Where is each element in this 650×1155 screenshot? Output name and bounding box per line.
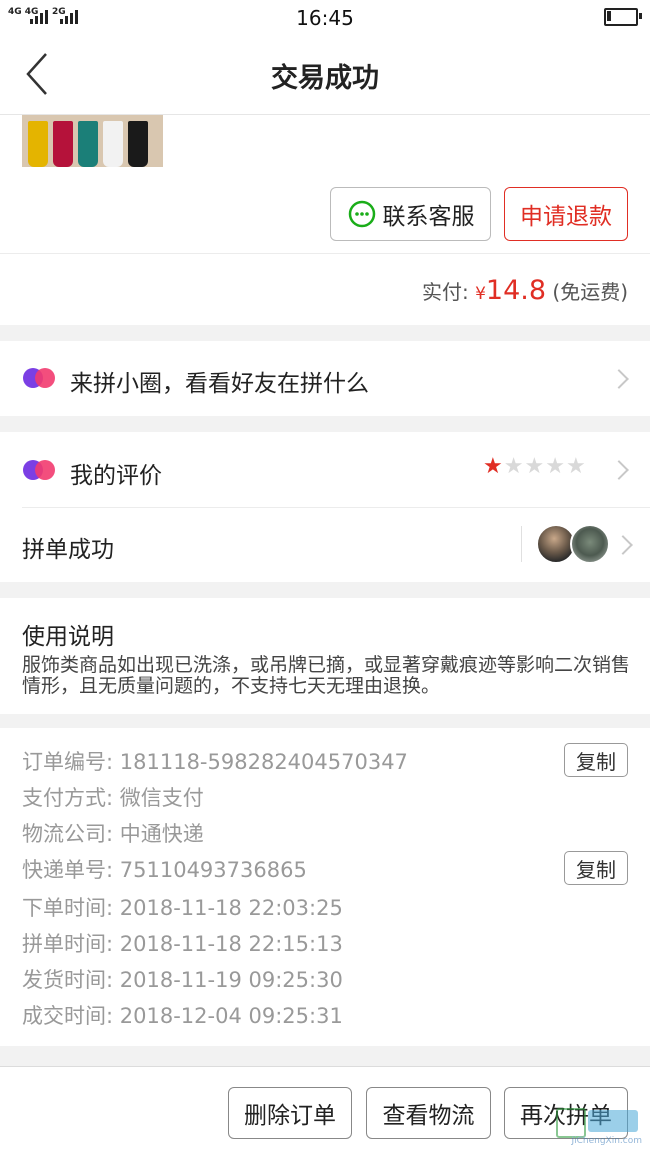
deal-time-label: 成交时间:	[22, 1004, 114, 1028]
pay-method-line: 支付方式: 微信支付	[22, 782, 204, 812]
sock-white	[103, 121, 123, 167]
sock-black	[128, 121, 148, 167]
avatar	[570, 524, 610, 564]
instructions-body: 服饰类商品如出现已洗涤，或吊牌已摘，或显著穿戴痕迹等影响二次销售情形，且无质量问…	[22, 654, 631, 697]
group-success-label: 拼单成功	[22, 537, 114, 563]
group-time-line: 拼单时间: 2018-11-18 22:15:13	[22, 928, 343, 958]
pinduoduo-circle-icon	[23, 460, 55, 480]
my-review-label: 我的评价	[70, 463, 162, 489]
star-empty-icon: ★	[524, 454, 545, 479]
logistics-value: 中通快递	[119, 822, 204, 846]
view-logistics-button[interactable]: 查看物流	[366, 1087, 491, 1139]
logistics-label: 物流公司:	[22, 822, 114, 846]
watermark-text: JiChengXin.com	[571, 1136, 642, 1146]
section-gap	[0, 1046, 650, 1066]
section-gap	[0, 714, 650, 728]
logistics-line: 物流公司: 中通快递	[22, 818, 204, 848]
order-number-label: 订单编号:	[22, 750, 114, 774]
watermark-icon	[556, 1108, 586, 1138]
wechat-chat-icon	[348, 200, 375, 228]
section-gap	[0, 325, 650, 341]
ship-time-label: 发货时间:	[22, 968, 114, 992]
deal-time-value: 2018-12-04 09:25:31	[119, 1004, 343, 1028]
delete-order-button[interactable]: 删除订单	[228, 1087, 352, 1139]
divider	[0, 253, 650, 254]
tracking-number-line: 快递单号: 75110493736865	[22, 854, 307, 884]
chevron-right-icon	[613, 535, 633, 555]
order-number-line: 订单编号: 181118-598282404570347	[22, 746, 408, 776]
section-gap	[0, 582, 650, 598]
chevron-right-icon	[609, 369, 629, 389]
my-review-row[interactable]: 我的评价 ★ ★ ★ ★ ★	[0, 432, 650, 507]
tracking-number-label: 快递单号:	[22, 858, 114, 882]
nav-bar: 交易成功	[0, 34, 650, 115]
payment-label: 实付:	[421, 280, 469, 304]
tracking-number-value: 75110493736865	[119, 858, 307, 882]
divider	[521, 526, 522, 562]
chevron-right-icon	[609, 460, 629, 480]
order-time-line: 下单时间: 2018-11-18 22:03:25	[22, 892, 343, 922]
delete-order-label: 删除订单	[244, 1103, 336, 1129]
friend-circle-row[interactable]: 来拼小圈，看看好友在拼什么	[0, 341, 650, 416]
bottom-bar-divider	[0, 1066, 650, 1067]
order-time-value: 2018-11-18 22:03:25	[119, 896, 343, 920]
friend-circle-label: 来拼小圈，看看好友在拼什么	[70, 371, 369, 397]
pay-method-value: 微信支付	[119, 786, 204, 810]
copy-order-number-button[interactable]: 复制	[564, 743, 628, 777]
status-bar: 4G 4G 2G 16:45	[0, 0, 650, 34]
copy-tracking-number-button[interactable]: 复制	[564, 851, 628, 885]
instructions-title: 使用说明	[22, 624, 114, 650]
refund-label: 申请退款	[520, 204, 612, 230]
page-title: 交易成功	[271, 63, 379, 94]
ship-time-line: 发货时间: 2018-11-19 09:25:30	[22, 964, 343, 994]
socks-product-image[interactable]	[22, 112, 163, 167]
copy-label: 复制	[576, 749, 616, 774]
star-filled-icon: ★	[483, 454, 503, 479]
star-empty-icon: ★	[545, 454, 565, 479]
contact-service-button[interactable]: 联系客服	[330, 187, 491, 241]
pay-method-label: 支付方式:	[22, 786, 114, 810]
contact-service-label: 联系客服	[382, 204, 475, 230]
watermark-logo: JiChengXin.com	[534, 1104, 644, 1150]
group-time-value: 2018-11-18 22:15:13	[119, 932, 343, 956]
group-time-label: 拼单时间:	[22, 932, 114, 956]
battery-level	[607, 11, 611, 21]
watermark-icon	[588, 1110, 638, 1132]
pinduoduo-circle-icon	[23, 368, 55, 388]
copy-label: 复制	[576, 857, 616, 882]
refund-button[interactable]: 申请退款	[504, 187, 628, 241]
clock: 16:45	[296, 6, 354, 30]
order-time-label: 下单时间:	[22, 896, 114, 920]
star-rating: ★ ★ ★ ★ ★	[483, 454, 586, 479]
sock-teal	[78, 121, 98, 167]
ship-time-value: 2018-11-19 09:25:30	[119, 968, 343, 992]
order-number-value: 181118-598282404570347	[119, 750, 408, 774]
star-empty-icon: ★	[565, 454, 586, 479]
view-logistics-label: 查看物流	[382, 1103, 475, 1129]
section-gap	[0, 416, 650, 432]
currency-symbol: ¥	[475, 284, 486, 304]
sock-yellow	[28, 121, 48, 167]
star-empty-icon: ★	[503, 454, 524, 479]
payment-summary: 实付: ¥14.8 (免运费)	[422, 275, 628, 306]
battery-icon	[604, 8, 642, 26]
deal-time-line: 成交时间: 2018-12-04 09:25:31	[22, 1000, 343, 1030]
shipping-note: (免运费)	[552, 280, 628, 304]
payment-amount: 14.8	[485, 275, 547, 306]
sock-red	[53, 121, 73, 167]
group-success-row[interactable]: 拼单成功	[0, 508, 650, 582]
